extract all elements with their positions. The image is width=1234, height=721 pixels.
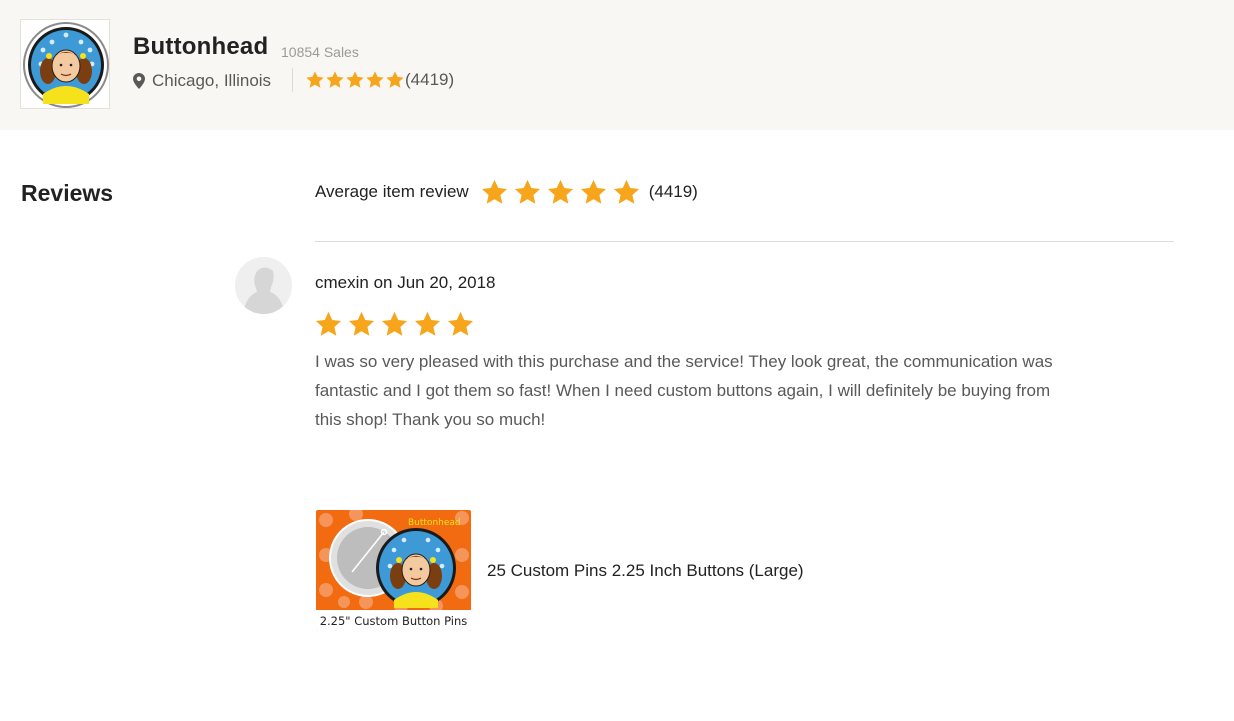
- review-rating: [314, 310, 475, 339]
- star-icon: [345, 70, 365, 90]
- header-divider: [292, 68, 293, 92]
- star-icon: [347, 310, 376, 339]
- reviewer-name-date[interactable]: cmexin on Jun 20, 2018: [315, 273, 496, 293]
- default-avatar-icon: [235, 257, 292, 314]
- star-icon: [305, 70, 325, 90]
- review-text: I was so very pleased with this purchase…: [315, 352, 1053, 429]
- product-image: Buttonhead 2.25" Custom Button Pins: [316, 510, 471, 631]
- product-title-link[interactable]: 25 Custom Pins 2.25 Inch Buttons (Large): [487, 561, 804, 581]
- average-review-label: Average item review: [315, 182, 469, 201]
- star-icon: [446, 310, 475, 339]
- reviews-divider: [315, 241, 1174, 242]
- average-review-stars: [480, 178, 641, 207]
- buttonhead-logo-icon: [23, 22, 109, 108]
- reviews-heading: Reviews: [21, 180, 114, 206]
- star-icon: [546, 178, 575, 207]
- shop-rating-count: (4419): [405, 70, 455, 89]
- star-icon: [365, 70, 385, 90]
- shop-location: Chicago, Illinois: [133, 70, 271, 92]
- star-icon: [612, 178, 641, 207]
- location-pin-icon: [133, 73, 145, 89]
- shop-sales-count: 10854 Sales: [281, 44, 359, 60]
- shop-rating-stars: [305, 70, 405, 90]
- star-icon: [579, 178, 608, 207]
- average-item-review: Average item review (4419): [315, 175, 698, 209]
- shop-header: Buttonhead 10854 Sales Chicago, Illinois…: [0, 0, 1234, 130]
- product-image-caption: 2.25" Custom Button Pins: [320, 614, 468, 628]
- reviewer-avatar[interactable]: [235, 257, 292, 314]
- shop-name[interactable]: Buttonhead: [133, 33, 268, 61]
- shop-rating[interactable]: (4419): [305, 69, 454, 91]
- star-icon: [413, 310, 442, 339]
- average-review-count: (4419): [648, 182, 698, 201]
- star-icon: [385, 70, 405, 90]
- star-icon: [380, 310, 409, 339]
- product-thumbnail[interactable]: Buttonhead 2.25" Custom Button Pins: [316, 510, 471, 631]
- star-icon: [513, 178, 542, 207]
- review-stars: [314, 310, 475, 339]
- star-icon: [325, 70, 345, 90]
- shop-location-text: Chicago, Illinois: [152, 71, 272, 90]
- product-image-brand: Buttonhead: [408, 518, 461, 528]
- shop-logo[interactable]: [20, 19, 110, 109]
- star-icon: [314, 310, 343, 339]
- star-icon: [480, 178, 509, 207]
